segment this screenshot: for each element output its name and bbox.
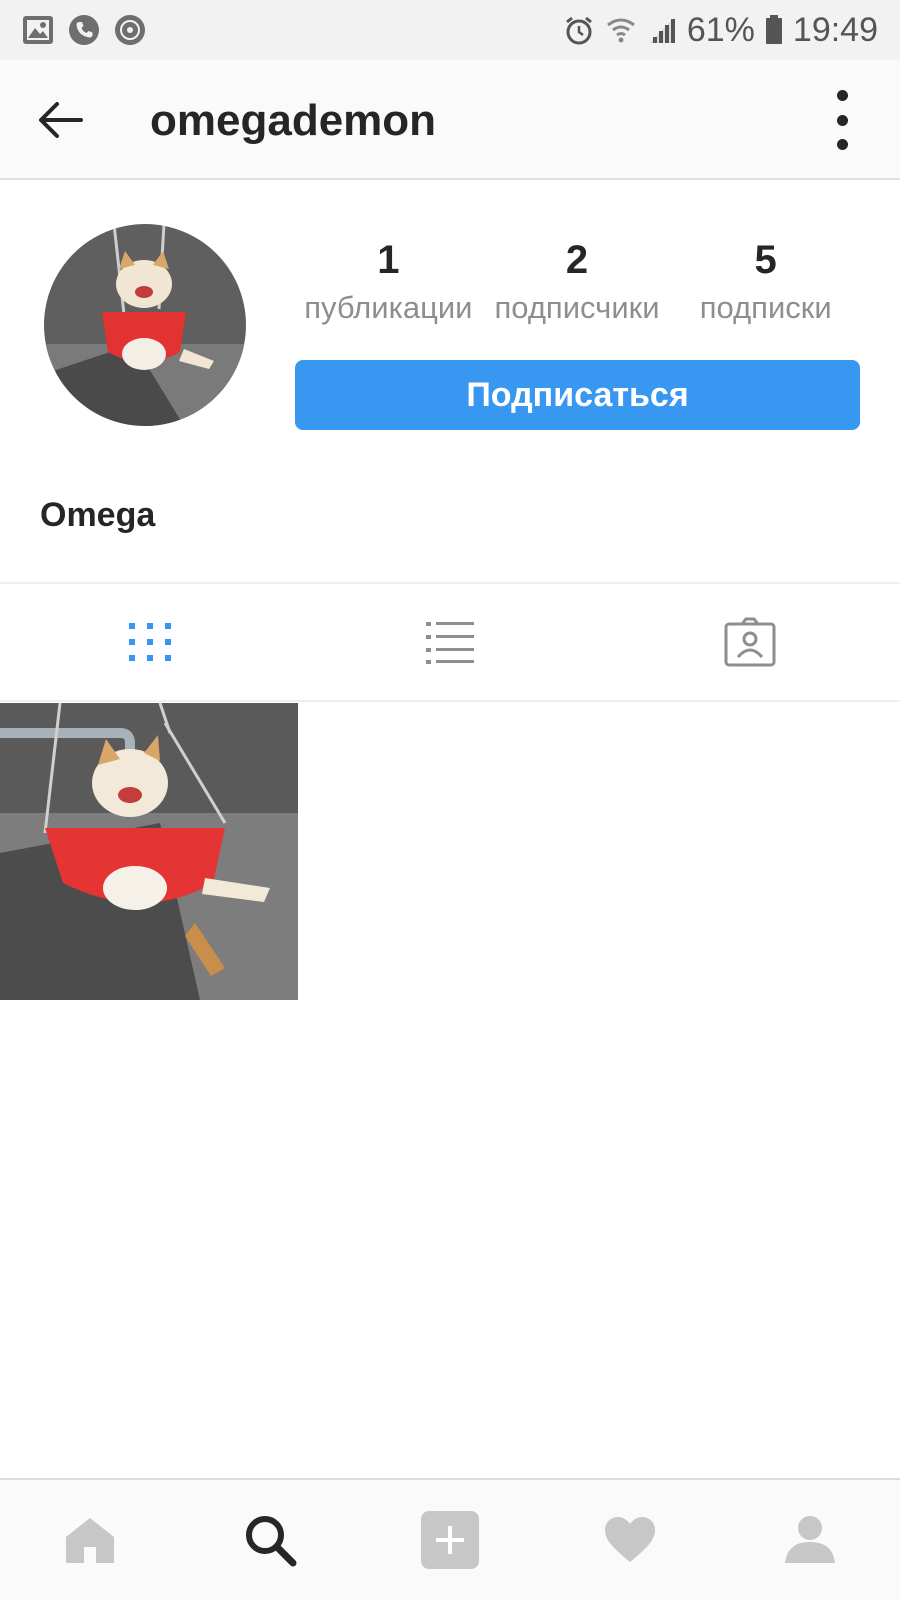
battery-percent: 61%: [686, 10, 755, 49]
header: omegademon: [0, 60, 900, 180]
status-bar: 61% 19:49: [0, 0, 900, 60]
home-icon: [66, 1518, 114, 1563]
follow-button[interactable]: Подписаться: [295, 360, 860, 430]
more-options-button[interactable]: [830, 90, 854, 150]
more-dot-icon: [836, 114, 848, 126]
add-post-icon: [421, 1511, 479, 1569]
bottom-nav: [0, 1478, 900, 1600]
nav-home[interactable]: [0, 1480, 180, 1600]
stat-following-value: 5: [754, 238, 777, 282]
search-icon: [246, 1516, 297, 1567]
profile-stats: 1 публикации 2 подписчики 5 подписки: [294, 234, 860, 330]
tagged-icon: [724, 617, 776, 667]
stat-followers[interactable]: 2 подписчики: [483, 234, 672, 330]
profile-tabs: [0, 582, 900, 702]
nav-search[interactable]: [180, 1480, 360, 1600]
stat-followers-label: подписчики: [494, 290, 660, 325]
alarm-icon: [563, 14, 595, 46]
nav-profile[interactable]: [720, 1480, 900, 1600]
more-dot-icon: [836, 139, 848, 150]
wifi-icon: [605, 14, 637, 46]
gallery-icon: [22, 15, 54, 45]
grid-icon: [129, 623, 171, 661]
shield-icon: [114, 14, 146, 46]
stat-posts-label: публикации: [304, 290, 473, 325]
tab-list[interactable]: [300, 584, 600, 700]
more-dot-icon: [836, 90, 848, 101]
tab-grid[interactable]: [0, 584, 300, 700]
avatar[interactable]: [44, 224, 246, 426]
profile-display-name: Omega: [40, 496, 156, 534]
list-icon: [426, 622, 474, 664]
tab-tagged[interactable]: [600, 584, 900, 700]
back-arrow-icon: [39, 102, 83, 138]
profile-icon: [785, 1516, 835, 1563]
avatar-image: [44, 224, 246, 426]
nav-activity[interactable]: [540, 1480, 720, 1600]
signal-icon: [647, 15, 677, 45]
stat-following-label: подписки: [699, 290, 832, 325]
back-button[interactable]: [34, 94, 86, 146]
clock: 19:49: [792, 10, 878, 49]
activity-heart-icon: [605, 1517, 655, 1562]
battery-icon: [765, 15, 783, 45]
page-title: omegademon: [150, 96, 437, 145]
stat-posts-value: 1: [377, 238, 400, 282]
status-left: [22, 14, 146, 46]
post-thumbnail[interactable]: [0, 703, 298, 1000]
stat-followers-value: 2: [565, 238, 589, 282]
nav-add-post[interactable]: [360, 1480, 540, 1600]
stat-posts[interactable]: 1 публикации: [294, 234, 483, 330]
phone-icon: [68, 14, 100, 46]
status-right: 61% 19:49: [563, 11, 878, 50]
post-image: [0, 703, 298, 1000]
stat-following[interactable]: 5 подписки: [671, 234, 860, 330]
